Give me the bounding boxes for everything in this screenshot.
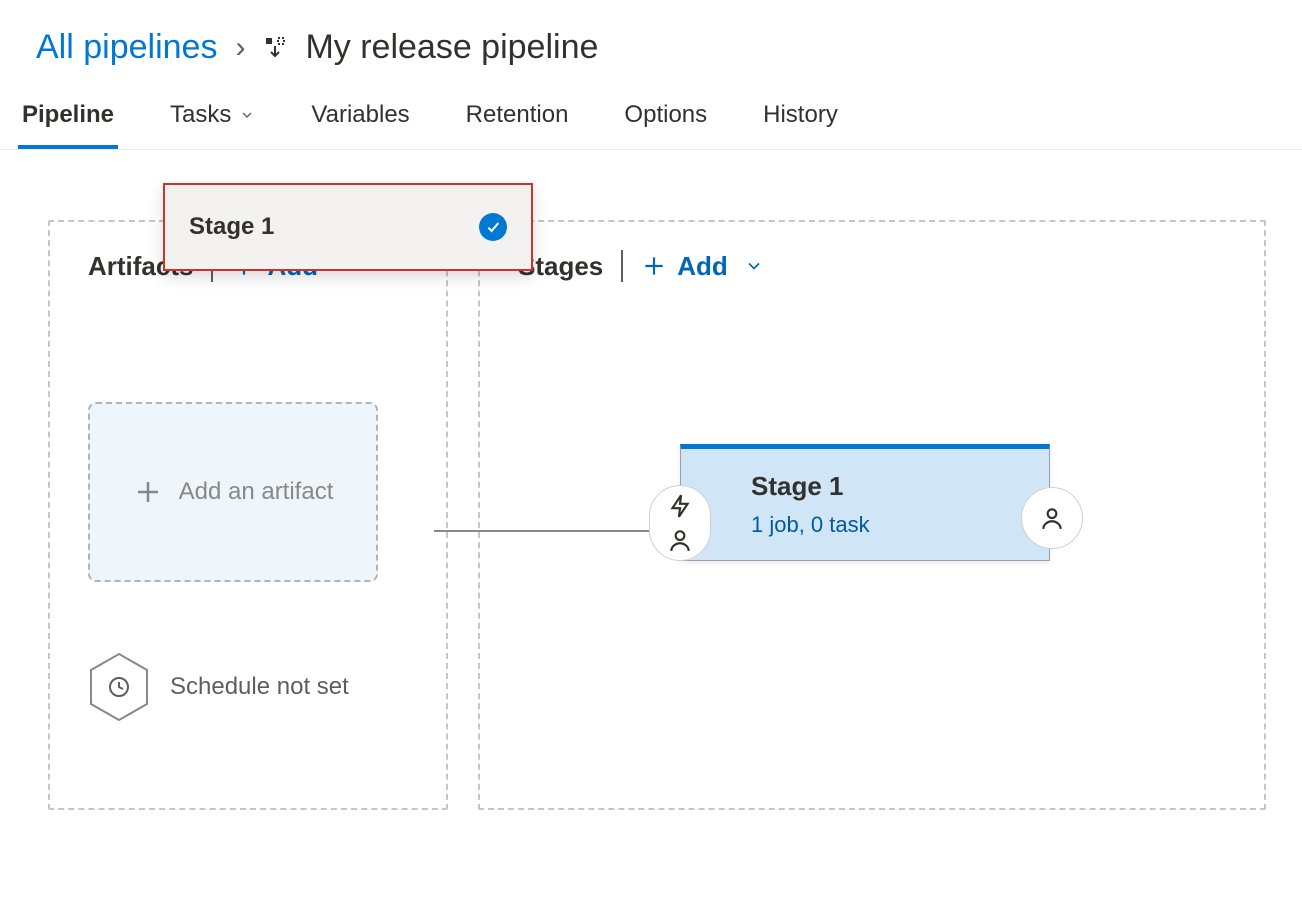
person-icon — [667, 527, 693, 553]
add-artifact-text: Add an artifact — [179, 476, 334, 507]
breadcrumb-separator-icon: › — [235, 31, 245, 65]
tab-bar: Pipeline Tasks Variables Retention Optio… — [0, 87, 1302, 150]
release-pipeline-icon — [263, 36, 287, 60]
schedule-hex-icon — [88, 652, 150, 722]
add-stage-label: Add — [677, 251, 728, 282]
plus-icon — [641, 253, 667, 279]
tab-variables[interactable]: Variables — [307, 87, 413, 149]
tab-tasks-label: Tasks — [170, 101, 231, 129]
plus-icon — [133, 477, 163, 507]
stages-panel: Stages Add Stage 1 1 job, 0 task — [478, 220, 1266, 810]
breadcrumb-root-link[interactable]: All pipelines — [36, 28, 217, 67]
tab-tasks[interactable]: Tasks — [166, 87, 259, 149]
stage-card[interactable]: Stage 1 1 job, 0 task — [680, 444, 1050, 561]
add-artifact-card[interactable]: Add an artifact — [88, 402, 378, 582]
schedule-trigger[interactable]: Schedule not set — [88, 652, 418, 722]
tab-history[interactable]: History — [759, 87, 842, 149]
check-circle-icon — [479, 213, 507, 241]
tasks-dropdown-item-label: Stage 1 — [189, 213, 274, 241]
tasks-dropdown-item[interactable]: Stage 1 — [163, 183, 533, 271]
chevron-down-icon — [239, 107, 255, 123]
stage-connector-line — [434, 530, 680, 532]
chevron-down-icon — [744, 256, 764, 276]
add-stage-button[interactable]: Add — [641, 251, 764, 282]
page-title: My release pipeline — [305, 28, 598, 67]
divider — [621, 250, 623, 282]
tab-options[interactable]: Options — [620, 87, 711, 149]
lightning-icon — [667, 493, 693, 519]
artifacts-panel: Artifacts Add Add an artifact Schedule n… — [48, 220, 448, 810]
breadcrumb: All pipelines › My release pipeline — [0, 0, 1302, 87]
tab-retention[interactable]: Retention — [462, 87, 573, 149]
stages-header: Stages Add — [518, 250, 1236, 282]
stage-name: Stage 1 — [751, 471, 1021, 502]
pre-deployment-conditions-badge[interactable] — [649, 485, 711, 561]
schedule-text: Schedule not set — [170, 672, 349, 702]
post-deployment-conditions-badge[interactable] — [1021, 487, 1083, 549]
stage-subtitle-link[interactable]: 1 job, 0 task — [751, 512, 1021, 538]
tab-pipeline[interactable]: Pipeline — [18, 87, 118, 149]
person-icon — [1039, 505, 1065, 531]
